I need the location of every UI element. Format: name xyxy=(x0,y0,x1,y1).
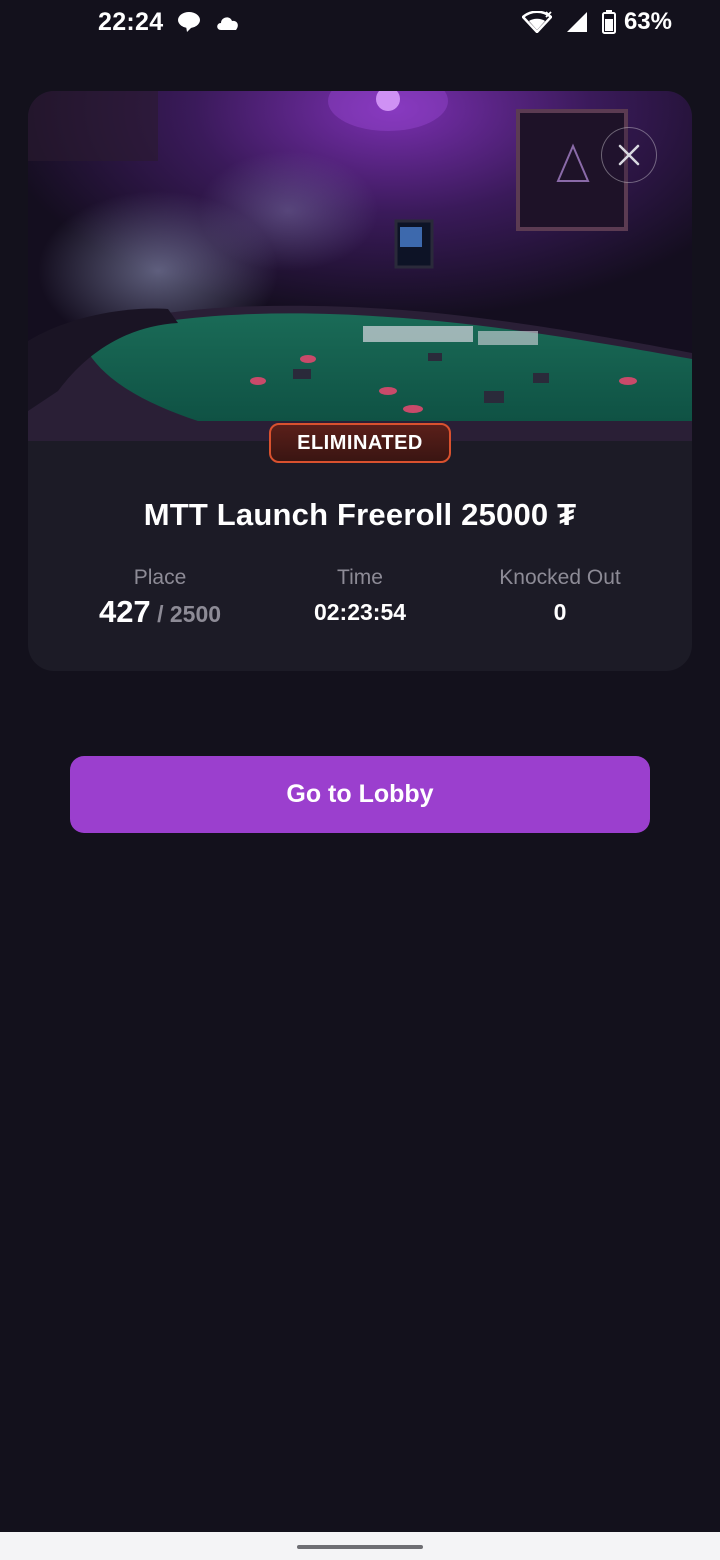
status-bar: 22:24 63% xyxy=(0,0,720,44)
cloud-icon xyxy=(215,13,241,31)
stats-row: Place 427 / 2500 Time 02:23:54 Knocked O… xyxy=(28,563,692,629)
time-value: 02:23:54 xyxy=(313,599,407,625)
stat-place: Place 427 / 2500 xyxy=(60,563,260,629)
home-gesture-handle[interactable] xyxy=(297,1545,423,1549)
battery-percentage: 63% xyxy=(623,8,672,35)
knocked-out-label: Knocked Out xyxy=(499,566,621,589)
battery-icon xyxy=(601,10,616,34)
close-button[interactable] xyxy=(601,127,657,183)
place-value-group: 427 / 2500 xyxy=(60,594,260,629)
tournament-title: MTT Launch Freeroll 25000 ₮ xyxy=(143,497,577,532)
wifi-icon xyxy=(521,11,552,33)
stat-time: Time 02:23:54 xyxy=(260,563,460,629)
signal-icon xyxy=(566,11,588,33)
stat-knocked-out: Knocked Out 0 xyxy=(460,563,660,629)
place-total: / 2500 xyxy=(157,601,222,627)
tournament-result-card: ELIMINATED MTT Launch Freeroll 25000 ₮ P… xyxy=(28,91,692,671)
navigation-bar xyxy=(0,1532,720,1560)
place-label: Place xyxy=(133,566,187,589)
close-icon xyxy=(618,144,640,166)
place-value: 427 xyxy=(98,594,151,629)
tournament-result-screen: 22:24 63% ELIMINATED MTT Launch Freeroll… xyxy=(0,0,720,1560)
poker-table-image xyxy=(28,91,692,441)
knocked-out-value: 0 xyxy=(553,599,567,625)
chat-icon xyxy=(177,11,201,33)
go-to-lobby-button[interactable]: Go to Lobby xyxy=(70,756,650,833)
time-label: Time xyxy=(337,566,383,589)
status-time: 22:24 xyxy=(98,7,164,36)
status-badge: ELIMINATED xyxy=(269,423,451,463)
